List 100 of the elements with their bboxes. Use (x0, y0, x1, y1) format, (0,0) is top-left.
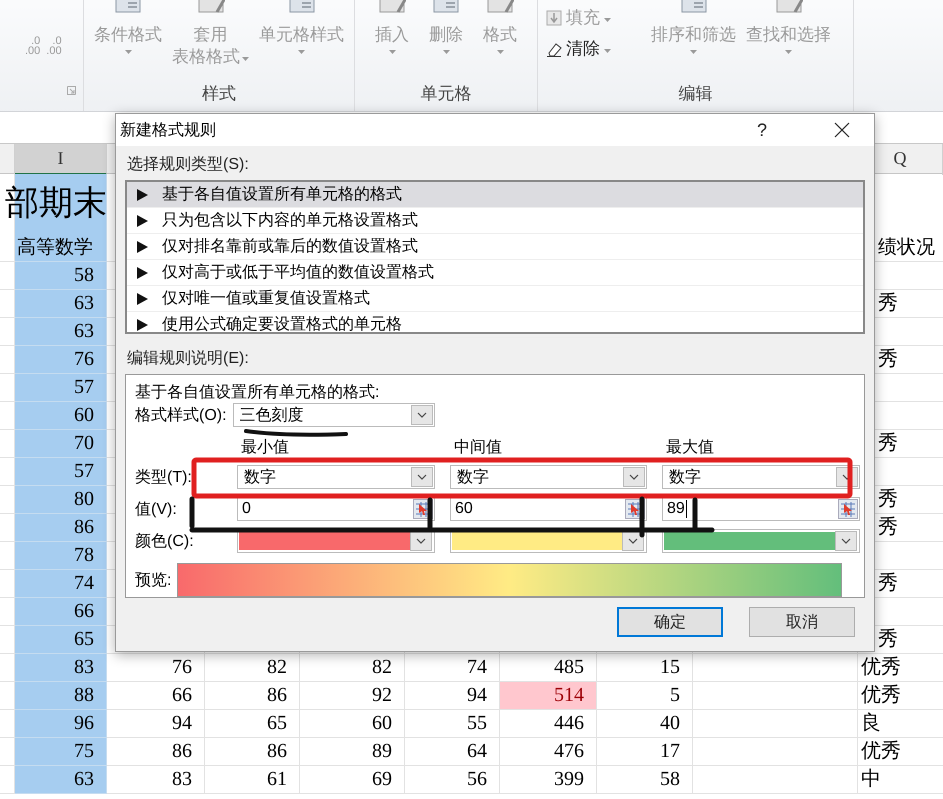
table-cell: 74 (15, 570, 107, 598)
format-style-dropdown[interactable]: 三色刻度 (232, 403, 435, 427)
chevron-icon (416, 412, 427, 418)
table-cell: 中 (858, 766, 943, 794)
type-dropdown[interactable]: 数字 (662, 465, 860, 489)
table-cell: 高等数学 (15, 234, 107, 262)
sheet-title: 部期末 (5, 184, 107, 224)
section-label: 编辑规则说明(E): (126, 348, 250, 369)
table-cell: 良 (858, 710, 943, 738)
table-cell: 55 (405, 710, 500, 738)
table-cell: 86 (205, 682, 300, 710)
table-cell: 优秀 (858, 682, 943, 710)
list-item[interactable]: 仅对排名靠前或靠后的数值设置格式 (127, 234, 863, 260)
help-button[interactable]: ? (752, 120, 772, 140)
type-dropdown[interactable]: 数字 (450, 465, 647, 489)
table-cell: 63 (15, 290, 107, 318)
table-cell: 15 (597, 654, 693, 682)
list-item[interactable]: 基于各自值设置所有单元格的格式 (127, 182, 863, 208)
triangle-icon (137, 318, 148, 330)
caret-icon (442, 50, 450, 54)
ribbon-icon (774, 0, 802, 14)
dialog-title: 新建格式规则 (120, 120, 217, 140)
chevron-icon (629, 474, 639, 480)
chevron-icon (628, 538, 638, 544)
chevron-icon (841, 538, 851, 544)
color-dropdown[interactable] (662, 529, 860, 553)
table-cell: 优秀 (858, 654, 943, 682)
list-item[interactable]: 仅对高于或低于平均值的数值设置格式 (127, 260, 863, 286)
triangle-icon (137, 266, 148, 278)
table-cell: 5 (597, 682, 693, 710)
table-cell: 82 (300, 654, 405, 682)
ribbon-button[interactable]: 清除 (546, 37, 611, 60)
table-cell: 70 (15, 430, 107, 458)
table-cell: 74 (405, 654, 500, 682)
table-cell: 65 (205, 710, 300, 738)
list-item-label: 基于各自值设置所有单元格的格式 (162, 184, 402, 205)
table-cell: 40 (597, 710, 693, 738)
triangle-icon (137, 214, 148, 226)
table-cell: 83 (107, 766, 205, 794)
caret-icon (298, 50, 305, 54)
table-cell: 89 (300, 738, 405, 766)
table-cell: 65 (15, 626, 107, 654)
caret-icon (604, 48, 611, 52)
table-cell: 92 (300, 682, 405, 710)
table-cell: 399 (500, 766, 597, 794)
list-item-label: 仅对唯一值或重复值设置格式 (162, 288, 370, 309)
triangle-icon (137, 188, 148, 200)
description-text: 基于各自值设置所有单元格的格式: (135, 383, 380, 403)
table-cell: 66 (15, 598, 107, 626)
chevron-icon (416, 538, 426, 544)
table-cell: 86 (15, 514, 107, 542)
triangle-icon (137, 240, 148, 252)
table-cell: 76 (107, 654, 205, 682)
table-cell: 17 (597, 738, 693, 766)
table-cell: 94 (107, 710, 205, 738)
list-item[interactable]: 使用公式确定要设置格式的单元格 (127, 312, 863, 338)
column-header[interactable]: I (15, 144, 107, 175)
table-cell: 57 (15, 374, 107, 402)
list-item-label: 仅对高于或低于平均值的数值设置格式 (162, 262, 434, 283)
ribbon-icon (196, 0, 224, 14)
table-cell: 66 (107, 682, 205, 710)
eraser-icon (546, 40, 562, 56)
ribbon-icon (680, 0, 708, 14)
ok-button[interactable]: 确定 (617, 607, 723, 637)
list-item[interactable]: 仅对唯一值或重复值设置格式 (127, 286, 863, 312)
field-label: 颜色(C): (135, 532, 194, 552)
table-cell: 82 (205, 654, 300, 682)
cancel-button[interactable]: 取消 (749, 607, 855, 637)
table-cell: 63 (15, 318, 107, 346)
table-cell: 63 (15, 766, 107, 794)
section-label: 选择规则类型(S): (126, 154, 250, 175)
table-cell: 476 (500, 738, 597, 766)
field-label: 格式样式(O): (135, 406, 227, 426)
group-label: 编辑 (678, 83, 714, 105)
table-cell: 446 (500, 710, 597, 738)
caret-icon (388, 50, 396, 54)
table-cell: 514 (500, 682, 597, 710)
caret-icon (785, 50, 792, 54)
table-cell: 78 (15, 542, 107, 570)
type-dropdown[interactable]: 数字 (237, 465, 435, 489)
table-cell: 96 (15, 710, 107, 738)
table-cell: 80 (15, 486, 107, 514)
group-label: 样式 (201, 83, 237, 105)
list-item[interactable]: 只为包含以下内容的单元格设置格式 (127, 208, 863, 234)
caret-icon (496, 50, 504, 54)
caret-icon (604, 18, 611, 22)
chevron-icon (417, 474, 427, 480)
table-cell: 69 (300, 766, 405, 794)
ribbon-icon (486, 0, 514, 14)
table-cell: 优秀 (858, 738, 943, 766)
field-label: 类型(T): (135, 468, 192, 488)
column-label: 中间值 (453, 439, 503, 457)
table-cell: 56 (405, 766, 500, 794)
table-cell: 75 (15, 738, 107, 766)
table-cell: 88 (15, 682, 107, 710)
list-item-label: 只为包含以下内容的单元格设置格式 (162, 210, 418, 231)
table-cell: 86 (107, 738, 205, 766)
table-cell: 58 (597, 766, 693, 794)
table-cell: 86 (205, 738, 300, 766)
triangle-icon (137, 292, 148, 304)
